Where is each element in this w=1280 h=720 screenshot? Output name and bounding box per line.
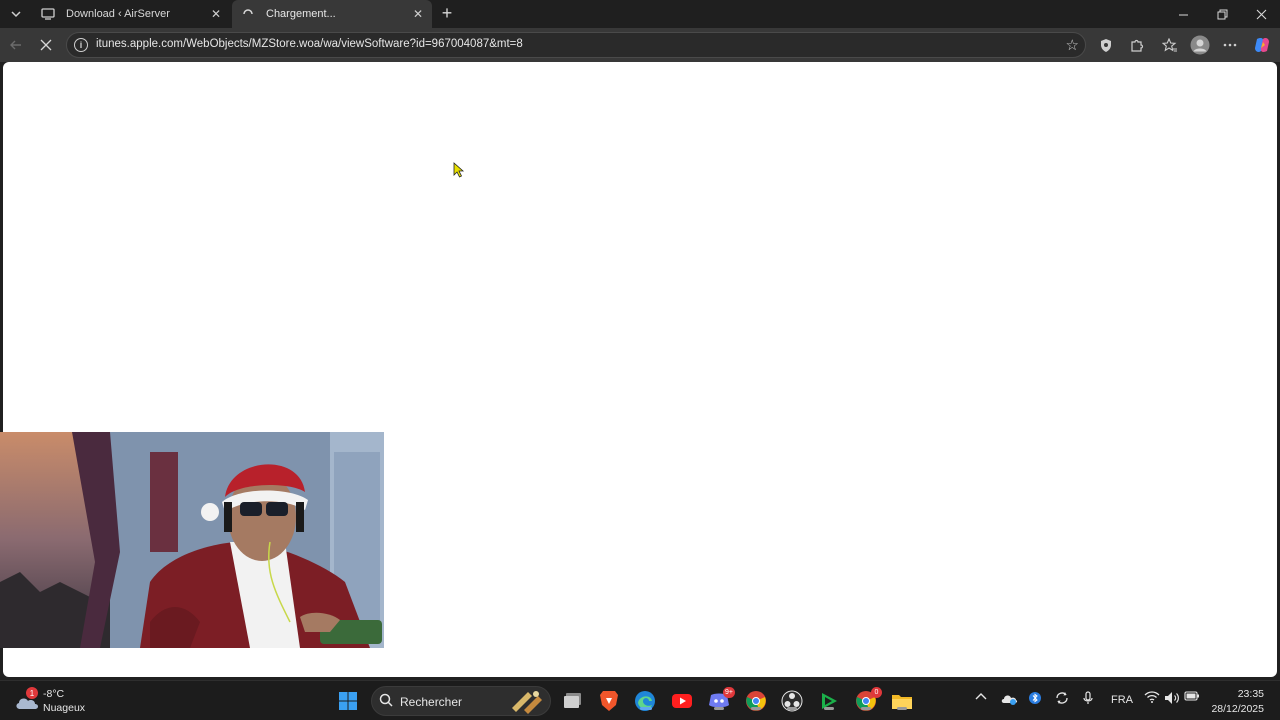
- address-bar[interactable]: i itunes.apple.com/WebObjects/MZStore.wo…: [66, 32, 1086, 58]
- taskbar: 1 -8°C Nuageux Rechercher 9+ 0 FRA 23:35…: [0, 680, 1280, 720]
- microphone-tray-button[interactable]: [1082, 691, 1094, 708]
- clock-time: 23:35: [1237, 688, 1264, 700]
- settings-more-button[interactable]: [1218, 34, 1242, 56]
- active-indicator: [640, 707, 652, 710]
- webcam-overlay: [0, 432, 384, 648]
- taskview-icon: [564, 693, 581, 708]
- sync-icon: [1056, 692, 1068, 704]
- microphone-icon: [1083, 691, 1093, 704]
- chrome-app-button[interactable]: 0: [854, 687, 882, 713]
- running-indicator: [897, 707, 907, 710]
- restore-icon: [1217, 9, 1227, 19]
- taskview-button[interactable]: [561, 689, 585, 713]
- tab-airserver[interactable]: Download ‹ AirServer ✕: [32, 0, 230, 28]
- tab-title: Chargement...: [266, 8, 336, 20]
- chevron-up-icon: [975, 693, 987, 700]
- show-hidden-icons-button[interactable]: [975, 691, 987, 703]
- minimize-icon: [1178, 14, 1188, 15]
- tracking-prevention-button[interactable]: [1094, 34, 1118, 56]
- discord-notification-badge: 9+: [723, 687, 735, 698]
- bluetooth-tray-button[interactable]: [1029, 691, 1041, 708]
- running-indicator: [751, 707, 761, 710]
- taskbar-search-box[interactable]: Rechercher: [371, 686, 551, 716]
- browser-toolbar: i itunes.apple.com/WebObjects/MZStore.wo…: [0, 28, 1280, 62]
- wifi-icon: [1144, 691, 1160, 703]
- search-highlight-icon: [512, 691, 542, 714]
- search-icon: [379, 693, 393, 707]
- minimize-button[interactable]: [1164, 0, 1202, 28]
- clock-date: 28/12/2025: [1211, 703, 1264, 715]
- favorites-button[interactable]: [1158, 34, 1182, 56]
- tab-close-icon[interactable]: ✕: [208, 6, 224, 22]
- loading-spinner-icon: [240, 6, 256, 22]
- search-label: Rechercher: [400, 695, 463, 709]
- restore-button[interactable]: [1203, 0, 1241, 28]
- onedrive-tray-button[interactable]: [1000, 691, 1018, 708]
- running-indicator: [714, 707, 724, 710]
- file-explorer-app-button[interactable]: [890, 689, 914, 713]
- tab-title: Download ‹ AirServer: [66, 8, 170, 20]
- weather-alert-badge: 1: [26, 687, 38, 699]
- streamlabs-app-button[interactable]: [817, 689, 841, 713]
- sync-tray-button[interactable]: [1054, 691, 1070, 708]
- system-clock[interactable]: 23:35 28/12/2025: [1194, 687, 1264, 717]
- obs-app-button[interactable]: [780, 689, 804, 713]
- shield-icon: [1101, 38, 1111, 52]
- stop-loading-button[interactable]: [34, 34, 58, 56]
- discord-app-button[interactable]: 9+: [707, 687, 735, 713]
- tab-strip: Download ‹ AirServer ✕ Chargement... ✕ +: [0, 0, 1280, 28]
- tab-close-icon[interactable]: ✕: [410, 6, 426, 22]
- site-info-icon[interactable]: i: [74, 38, 88, 52]
- extensions-button[interactable]: [1124, 34, 1148, 56]
- puzzle-icon: [1130, 39, 1143, 52]
- close-icon: [1256, 9, 1266, 19]
- brave-icon: [600, 691, 618, 711]
- running-indicator: [861, 707, 871, 710]
- chrome-notification-badge: 0: [871, 687, 882, 698]
- weather-widget[interactable]: 1 -8°C Nuageux: [14, 687, 94, 717]
- youtube-icon: [672, 694, 692, 708]
- weather-condition: Nuageux: [43, 702, 86, 714]
- new-tab-button[interactable]: +: [437, 4, 457, 24]
- more-dots-icon: [1223, 43, 1237, 47]
- running-indicator: [787, 707, 797, 710]
- airserver-favicon-icon: [40, 6, 56, 22]
- screen: Download ‹ AirServer ✕ Chargement... ✕ +: [0, 0, 1280, 720]
- copilot-icon: [1255, 38, 1269, 52]
- copilot-button[interactable]: [1250, 34, 1274, 56]
- address-url[interactable]: itunes.apple.com/WebObjects/MZStore.woa/…: [96, 38, 523, 50]
- avatar-icon: [1190, 35, 1210, 55]
- profile-button[interactable]: [1188, 34, 1212, 56]
- favorite-star-icon[interactable]: ☆: [1066, 36, 1079, 54]
- bluetooth-icon: [1029, 692, 1041, 704]
- language-indicator[interactable]: FRA: [1111, 694, 1133, 706]
- speaker-icon: [1165, 692, 1179, 704]
- mouse-cursor-icon: [453, 162, 465, 178]
- favorites-star-list-icon: [1162, 37, 1177, 52]
- tab-actions-menu-button[interactable]: [5, 4, 27, 24]
- back-button[interactable]: [4, 34, 28, 56]
- weather-temperature: -8°C: [43, 688, 65, 700]
- volume-tray-button[interactable]: [1164, 691, 1180, 708]
- start-button[interactable]: [336, 689, 360, 713]
- chrome-profile-app-button[interactable]: [744, 689, 768, 713]
- youtube-app-button[interactable]: [670, 689, 694, 713]
- chevron-down-icon: [11, 11, 21, 18]
- wifi-tray-button[interactable]: [1144, 691, 1160, 706]
- running-indicator: [824, 707, 834, 710]
- brave-app-button[interactable]: [597, 689, 621, 713]
- close-window-button[interactable]: [1242, 0, 1280, 28]
- tab-loading[interactable]: Chargement... ✕: [232, 0, 432, 28]
- stop-icon: [40, 39, 52, 51]
- back-arrow-icon: [10, 40, 21, 50]
- webcam-image: [0, 432, 384, 648]
- edge-app-button[interactable]: [633, 689, 657, 713]
- cloud-sync-icon: [1001, 695, 1018, 705]
- windows-logo-icon: [339, 692, 357, 710]
